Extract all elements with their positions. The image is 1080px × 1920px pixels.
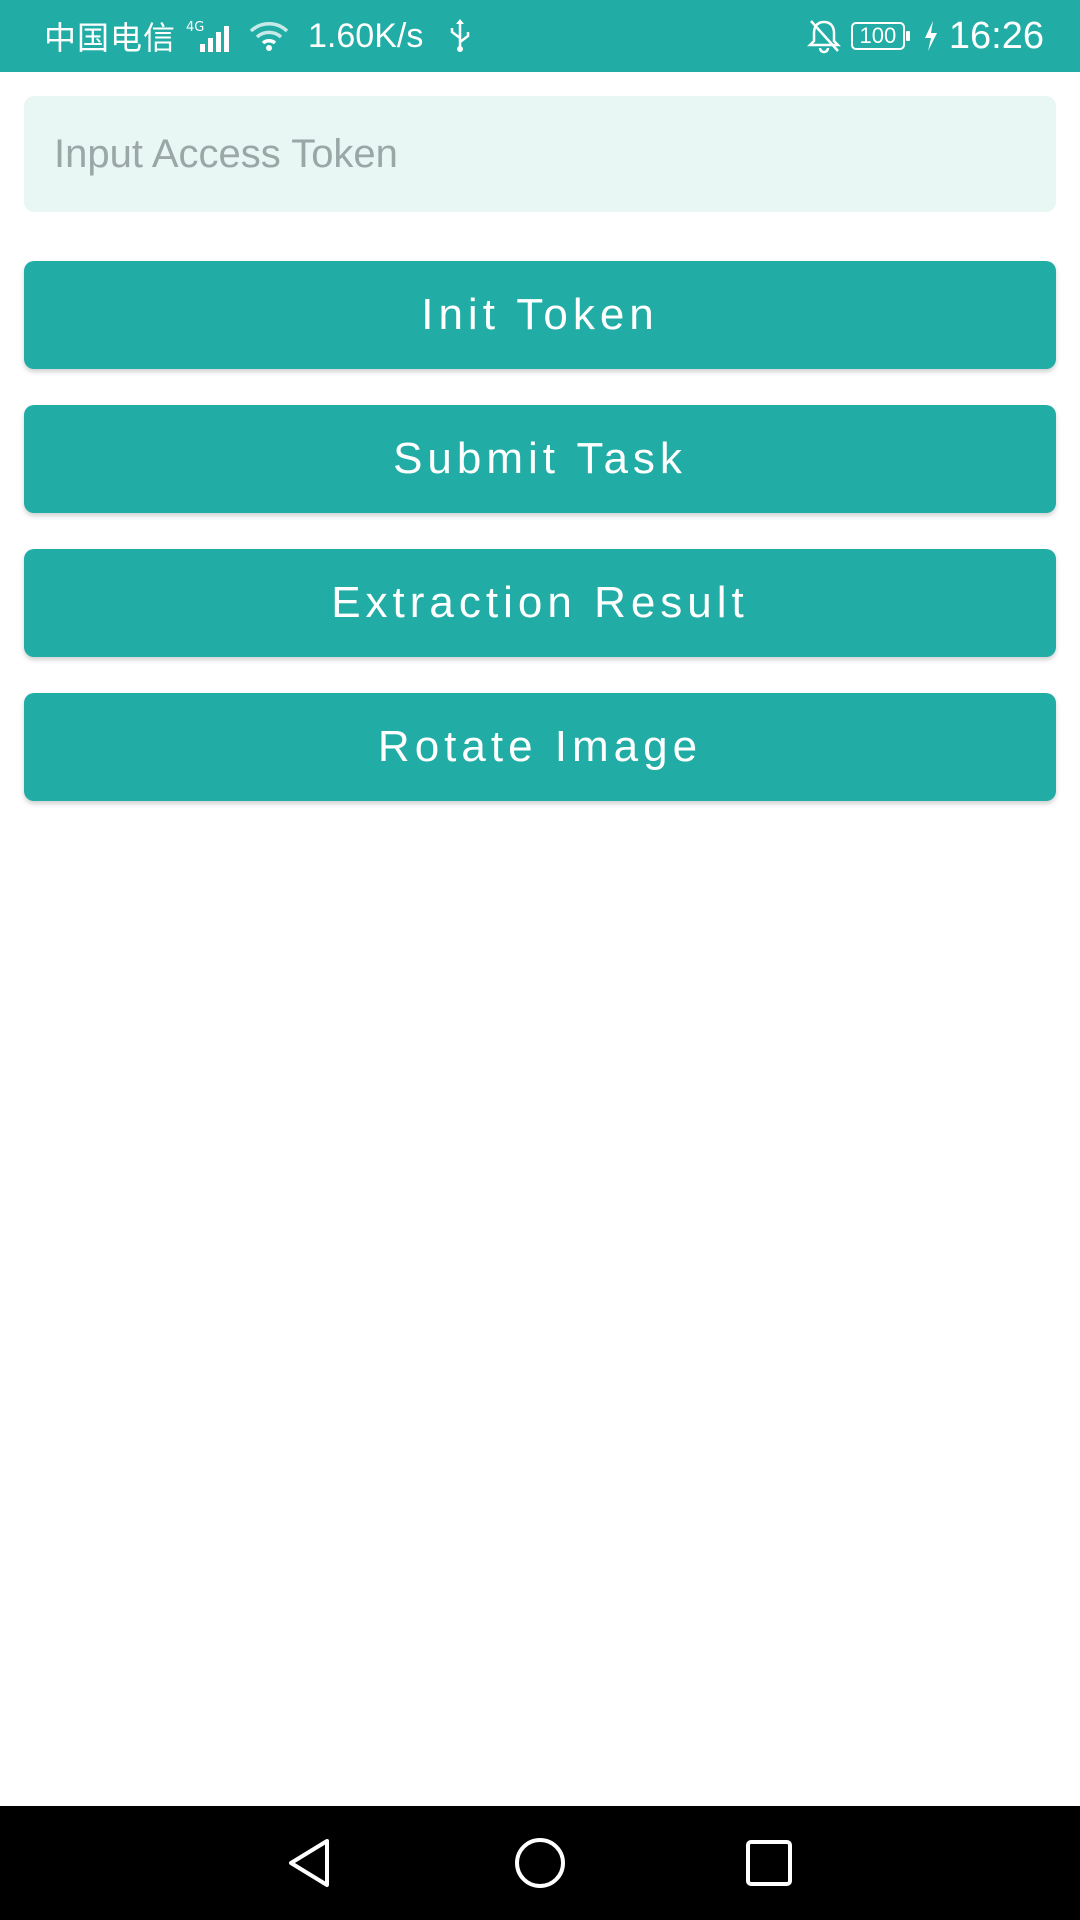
clock: 16:26 bbox=[948, 14, 1044, 57]
carrier-name: 中国电信 bbox=[44, 19, 177, 57]
signal-icon: 4G bbox=[186, 18, 238, 54]
home-icon[interactable] bbox=[505, 1828, 575, 1898]
status-left: 中国电信 4G 1.60K/s bbox=[44, 0, 473, 72]
submit-task-button[interactable]: Submit Task bbox=[24, 405, 1056, 513]
net-speed: 1.60K/s bbox=[308, 16, 424, 55]
extraction-result-button[interactable]: Extraction Result bbox=[24, 549, 1056, 657]
bell-off-icon bbox=[806, 18, 841, 54]
status-right: 100 16:26 bbox=[806, 0, 1044, 72]
navigation-bar bbox=[0, 1806, 1080, 1920]
recent-apps-icon[interactable] bbox=[734, 1828, 804, 1898]
init-token-button[interactable]: Init Token bbox=[24, 261, 1056, 369]
status-bar: 中国电信 4G 1.60K/s 100 16:26 bbox=[0, 0, 1080, 72]
battery-level: 100 bbox=[859, 23, 897, 48]
wifi-icon bbox=[248, 19, 290, 53]
charging-icon bbox=[923, 20, 939, 52]
battery-icon: 100 bbox=[850, 22, 910, 50]
app-screen: 中国电信 4G 1.60K/s 100 16:26 Input Access T… bbox=[0, 0, 1080, 1920]
usb-icon bbox=[447, 18, 473, 54]
rotate-image-button[interactable]: Rotate Image bbox=[24, 693, 1056, 801]
access-token-input[interactable] bbox=[24, 96, 1056, 212]
back-icon[interactable] bbox=[274, 1828, 344, 1898]
network-type-label: 4G bbox=[186, 20, 204, 35]
